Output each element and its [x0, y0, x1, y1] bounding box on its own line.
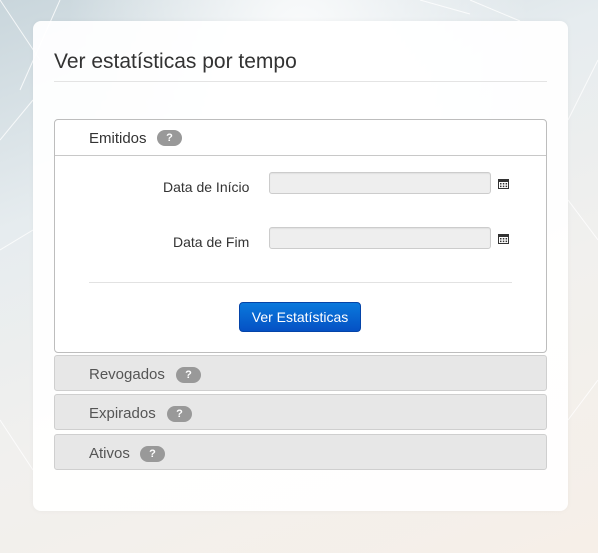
help-badge-revogados[interactable]: ? [176, 367, 201, 383]
end-date-label: Data de Fim [173, 234, 250, 250]
accordion-expirados[interactable]: Expirados ? [54, 394, 547, 430]
help-badge-expirados[interactable]: ? [167, 406, 192, 422]
accordion-header-emitidos[interactable]: Emitidos ? [55, 120, 546, 156]
page-title: Ver estatísticas por tempo [54, 50, 297, 73]
calendar-icon[interactable] [498, 233, 509, 244]
form-divider [89, 282, 512, 283]
end-date-input[interactable] [269, 227, 491, 249]
help-badge-ativos[interactable]: ? [140, 446, 165, 462]
accordion-ativos[interactable]: Ativos ? [54, 434, 547, 470]
title-divider [54, 81, 547, 82]
statistics-panel: Ver estatísticas por tempo Emitidos ? Da… [33, 21, 568, 511]
help-badge-emitidos[interactable]: ? [157, 130, 182, 146]
view-statistics-button[interactable]: Ver Estatísticas [239, 302, 361, 332]
start-date-input[interactable] [269, 172, 491, 194]
calendar-icon[interactable] [498, 178, 509, 189]
accordion-label-ativos: Ativos [89, 445, 130, 462]
accordion-label-revogados: Revogados [89, 366, 165, 383]
accordion-emitidos: Emitidos ? Data de Início Data de Fim Ve… [54, 119, 547, 353]
accordion-revogados[interactable]: Revogados ? [54, 355, 547, 391]
accordion-label-expirados: Expirados [89, 405, 156, 422]
start-date-label: Data de Início [163, 179, 250, 195]
accordion-label-emitidos: Emitidos [89, 130, 147, 147]
